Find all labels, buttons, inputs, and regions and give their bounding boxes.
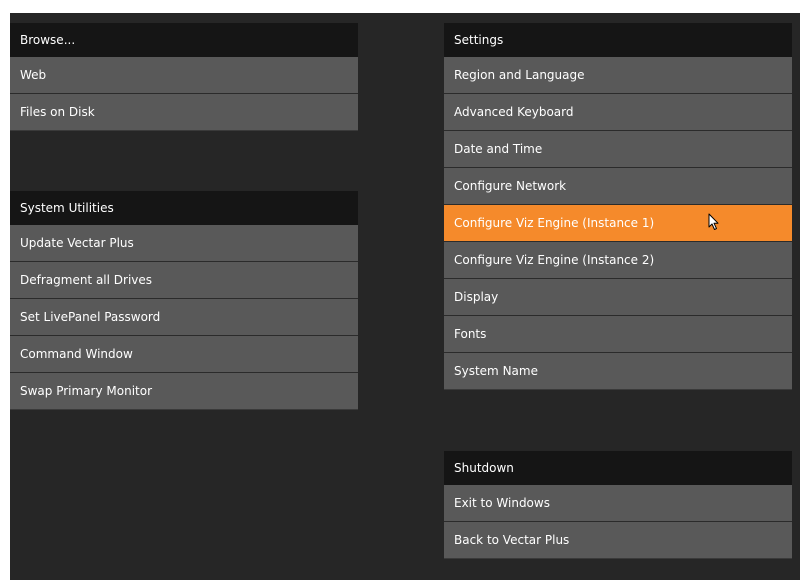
settings-item-configure-viz-engine-1[interactable]: Configure Viz Engine (Instance 1) (444, 205, 792, 242)
settings-item-display[interactable]: Display (444, 279, 792, 316)
utility-item-update-vectar-plus[interactable]: Update Vectar Plus (10, 225, 358, 262)
shutdown-item-back-to-vectar-plus[interactable]: Back to Vectar Plus (444, 522, 792, 559)
settings-item-date-time[interactable]: Date and Time (444, 131, 792, 168)
mouse-pointer-icon (708, 213, 719, 230)
utility-item-set-livepanel-password[interactable]: Set LivePanel Password (10, 299, 358, 336)
settings-item-fonts[interactable]: Fonts (444, 316, 792, 353)
utility-item-defragment-drives[interactable]: Defragment all Drives (10, 262, 358, 299)
browse-panel: Browse... Web Files on Disk (10, 23, 358, 131)
utility-item-swap-primary-monitor[interactable]: Swap Primary Monitor (10, 373, 358, 410)
settings-item-configure-network[interactable]: Configure Network (444, 168, 792, 205)
settings-header: Settings (444, 23, 792, 57)
browse-header: Browse... (10, 23, 358, 57)
settings-item-system-name[interactable]: System Name (444, 353, 792, 390)
system-menu-screen: Browse... Web Files on Disk System Utili… (10, 13, 800, 580)
settings-item-region-language[interactable]: Region and Language (444, 57, 792, 94)
settings-panel: Settings Region and Language Advanced Ke… (444, 23, 792, 390)
browse-item-web[interactable]: Web (10, 57, 358, 94)
settings-item-advanced-keyboard[interactable]: Advanced Keyboard (444, 94, 792, 131)
utility-item-command-window[interactable]: Command Window (10, 336, 358, 373)
browse-item-files-on-disk[interactable]: Files on Disk (10, 94, 358, 131)
shutdown-header: Shutdown (444, 451, 792, 485)
system-utilities-header: System Utilities (10, 191, 358, 225)
system-utilities-panel: System Utilities Update Vectar Plus Defr… (10, 191, 358, 410)
shutdown-panel: Shutdown Exit to Windows Back to Vectar … (444, 451, 792, 559)
shutdown-item-exit-to-windows[interactable]: Exit to Windows (444, 485, 792, 522)
settings-item-configure-viz-engine-2[interactable]: Configure Viz Engine (Instance 2) (444, 242, 792, 279)
